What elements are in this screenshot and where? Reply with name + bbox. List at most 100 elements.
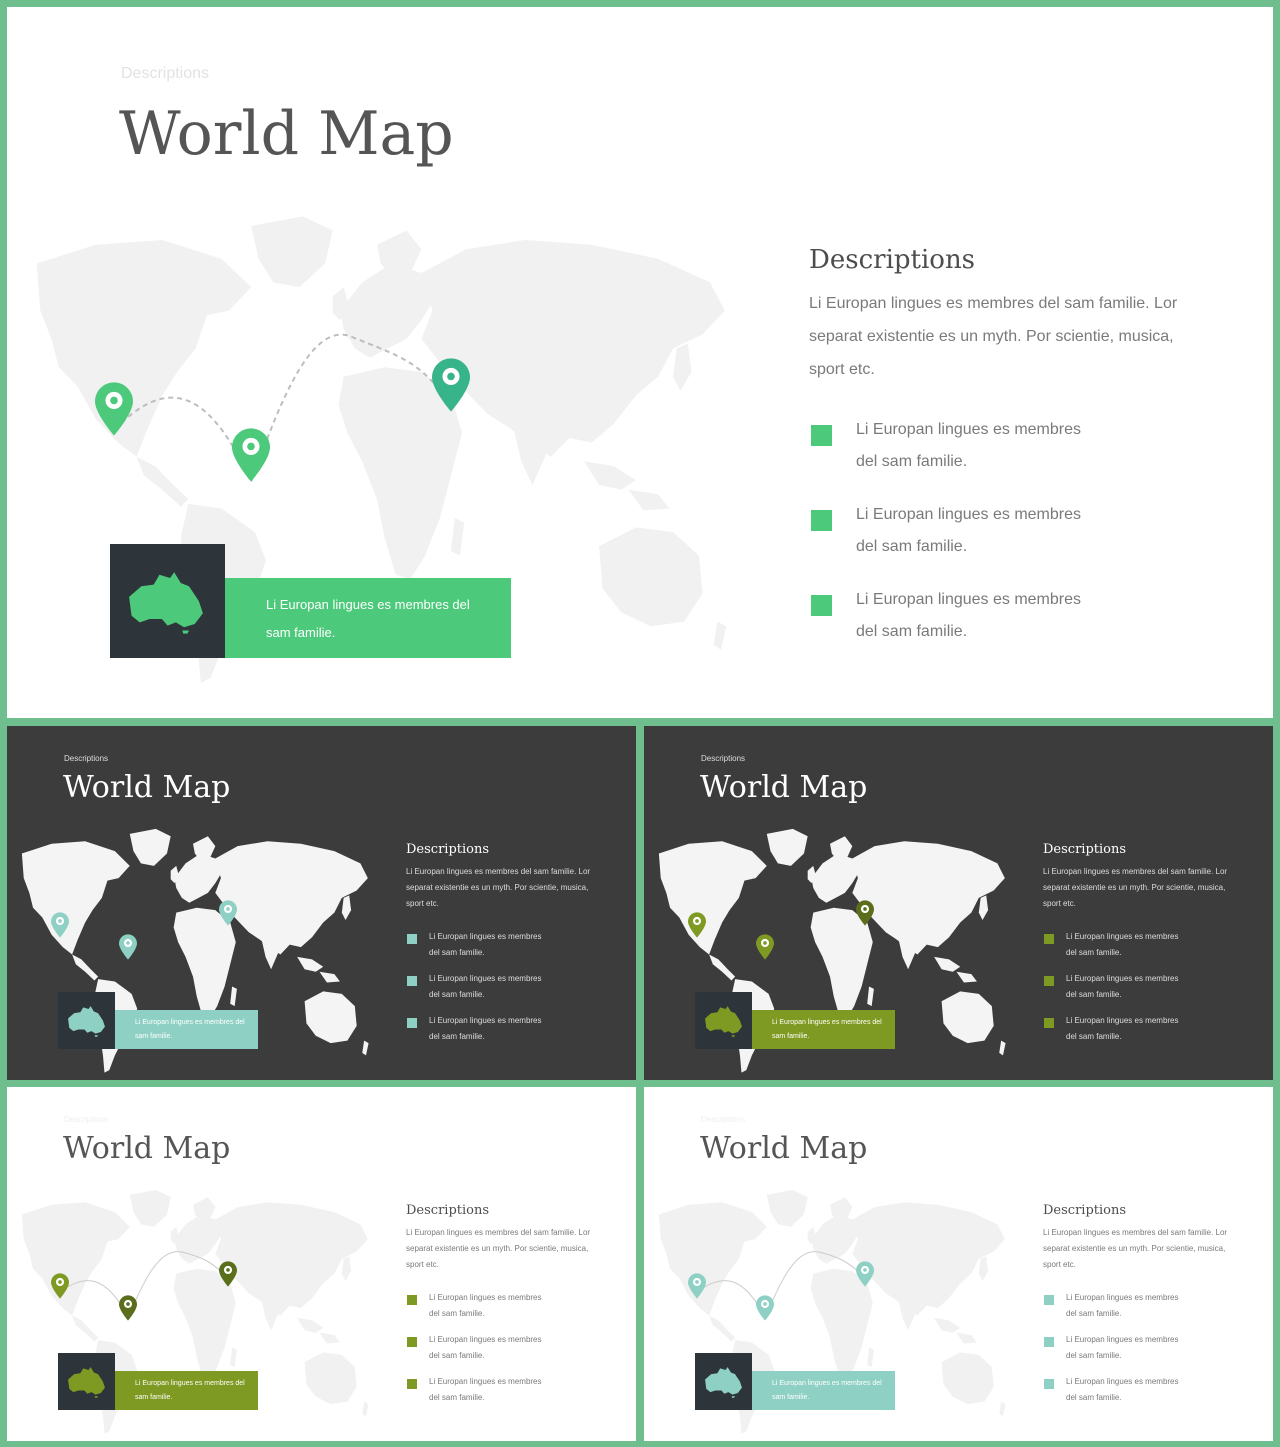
callout-band: Li Europan lingues es membres del sam fa…	[752, 1010, 895, 1049]
callout-icon-box	[58, 1353, 115, 1410]
location-pin-icon	[756, 934, 774, 960]
location-pin-icon	[688, 1273, 706, 1299]
callout-band: Li Europan lingues es membres del sam fa…	[752, 1371, 895, 1410]
callout-icon-box	[695, 1353, 752, 1410]
bullet-square	[407, 934, 417, 944]
bullet-item: Li Europan lingues es membres del sam fa…	[1044, 1335, 1224, 1367]
descriptions-paragraph: Li Europan lingues es membres del sam fa…	[406, 1228, 591, 1269]
kicker: Descriptions	[64, 1115, 109, 1124]
bullet-square	[1044, 1018, 1054, 1028]
bullet-line-1: Li Europan lingues es membres	[429, 974, 542, 983]
descriptions-heading: Descriptions	[1043, 1203, 1127, 1218]
bullet-item: Li Europan lingues es membres del sam fa…	[811, 506, 1131, 576]
page-title: World Map	[119, 99, 454, 169]
bullet-line-1: Li Europan lingues es membres	[856, 591, 1082, 608]
bullet-line-2: del sam familie.	[856, 453, 968, 470]
location-pin-icon	[432, 358, 470, 412]
bullet-line-2: del sam familie.	[856, 538, 968, 555]
location-pin-icon	[119, 934, 137, 960]
bullet-line-1: Li Europan lingues es membres	[1066, 1293, 1179, 1302]
callout-band: Li Europan lingues es membres del sam fa…	[225, 578, 511, 658]
bullet-item: Li Europan lingues es membres del sam fa…	[1044, 1377, 1224, 1409]
callout-text: Li Europan lingues es membres del sam fa…	[772, 1019, 882, 1040]
bullet-line-1: Li Europan lingues es membres	[429, 932, 542, 941]
page-title: World Map	[700, 770, 868, 805]
bullet-item: Li Europan lingues es membres del sam fa…	[1044, 1016, 1224, 1048]
bullet-square	[1044, 1295, 1054, 1305]
bullet-line-1: Li Europan lingues es membres	[1066, 1016, 1179, 1025]
bullet-line-2: del sam familie.	[1066, 1309, 1122, 1318]
bullet-item: Li Europan lingues es membres del sam fa…	[407, 1335, 587, 1367]
bullet-line-1: Li Europan lingues es membres	[1066, 1377, 1179, 1386]
location-pin-icon	[219, 1261, 237, 1287]
location-pin-icon	[51, 912, 69, 938]
bullet-item: Li Europan lingues es membres del sam fa…	[1044, 1293, 1224, 1325]
bullet-line-2: del sam familie.	[429, 990, 485, 999]
bullet-item: Li Europan lingues es membres del sam fa…	[811, 591, 1131, 661]
bullet-item: Li Europan lingues es membres del sam fa…	[407, 1377, 587, 1409]
bullet-line-2: del sam familie.	[429, 1393, 485, 1402]
bullet-line-1: Li Europan lingues es membres	[1066, 1335, 1179, 1344]
slide-light-teal: Descriptions World Map Li Europan lingue…	[644, 1087, 1273, 1441]
location-pin-icon	[856, 1261, 874, 1287]
descriptions-paragraph: Li Europan lingues es membres del sam fa…	[809, 295, 1178, 378]
callout-band: Li Europan lingues es membres del sam fa…	[115, 1010, 258, 1049]
kicker: Descriptions	[701, 1115, 746, 1124]
location-pin-icon	[51, 1273, 69, 1299]
bullet-square	[811, 425, 832, 446]
bullet-item: Li Europan lingues es membres del sam fa…	[407, 1016, 587, 1048]
bullet-line-1: Li Europan lingues es membres	[1066, 974, 1179, 983]
kicker: Descriptions	[701, 754, 746, 763]
bullet-line-2: del sam familie.	[1066, 1032, 1122, 1041]
bullet-line-1: Li Europan lingues es membres	[429, 1293, 542, 1302]
bullet-square	[1044, 1379, 1054, 1389]
page-title: World Map	[700, 1131, 868, 1166]
bullet-square	[1044, 976, 1054, 986]
location-pin-icon	[756, 1295, 774, 1321]
page-title: World Map	[63, 770, 231, 805]
descriptions-heading: Descriptions	[1043, 842, 1127, 857]
descriptions-heading: Descriptions	[406, 842, 490, 857]
bullet-line-1: Li Europan lingues es membres	[856, 421, 1082, 438]
bullet-square	[407, 1295, 417, 1305]
bullet-square	[407, 1379, 417, 1389]
slide-light-olive: Descriptions World Map Li Europan lingue…	[7, 1087, 636, 1441]
bullet-square	[407, 976, 417, 986]
bullet-item: Li Europan lingues es membres del sam fa…	[407, 1293, 587, 1325]
bullet-line-1: Li Europan lingues es membres	[856, 506, 1082, 523]
location-pin-icon	[219, 900, 237, 926]
bullet-line-1: Li Europan lingues es membres	[429, 1377, 542, 1386]
page-title: World Map	[63, 1131, 231, 1166]
bullet-line-2: del sam familie.	[1066, 990, 1122, 999]
location-pin-icon	[232, 428, 270, 482]
descriptions-paragraph: Li Europan lingues es membres del sam fa…	[406, 867, 591, 908]
kicker: Descriptions	[64, 754, 109, 763]
descriptions-paragraph: Li Europan lingues es membres del sam fa…	[1043, 1228, 1228, 1269]
callout-band: Li Europan lingues es membres del sam fa…	[115, 1371, 258, 1410]
bullet-line-1: Li Europan lingues es membres	[429, 1335, 542, 1344]
bullet-square	[811, 595, 832, 616]
location-pin-icon	[856, 900, 874, 926]
bullet-item: Li Europan lingues es membres del sam fa…	[811, 421, 1131, 491]
kicker: Descriptions	[121, 65, 210, 82]
australia-icon	[66, 1004, 107, 1037]
location-pin-icon	[95, 382, 133, 436]
location-pin-icon	[688, 912, 706, 938]
bullet-square	[1044, 1337, 1054, 1347]
bullet-line-2: del sam familie.	[856, 623, 968, 640]
callout-text: Li Europan lingues es membres del sam fa…	[135, 1019, 245, 1040]
bullet-line-2: del sam familie.	[429, 1351, 485, 1360]
callout-icon-box	[110, 544, 225, 658]
callout-text: Li Europan lingues es membres del sam fa…	[135, 1380, 245, 1401]
slide-main: Descriptions World Map Li Europan lingue…	[7, 7, 1273, 718]
australia-icon	[125, 567, 207, 635]
australia-icon	[703, 1365, 744, 1398]
bullet-square	[407, 1018, 417, 1028]
bullet-item: Li Europan lingues es membres del sam fa…	[407, 932, 587, 964]
bullet-line-1: Li Europan lingues es membres	[1066, 932, 1179, 941]
bullet-square	[1044, 934, 1054, 944]
bullet-line-2: del sam familie.	[429, 1032, 485, 1041]
slide-dark-teal: Descriptions World Map Li Europan lingue…	[7, 726, 636, 1080]
bullet-square	[407, 1337, 417, 1347]
callout-text: Li Europan lingues es membres del sam fa…	[266, 597, 470, 640]
